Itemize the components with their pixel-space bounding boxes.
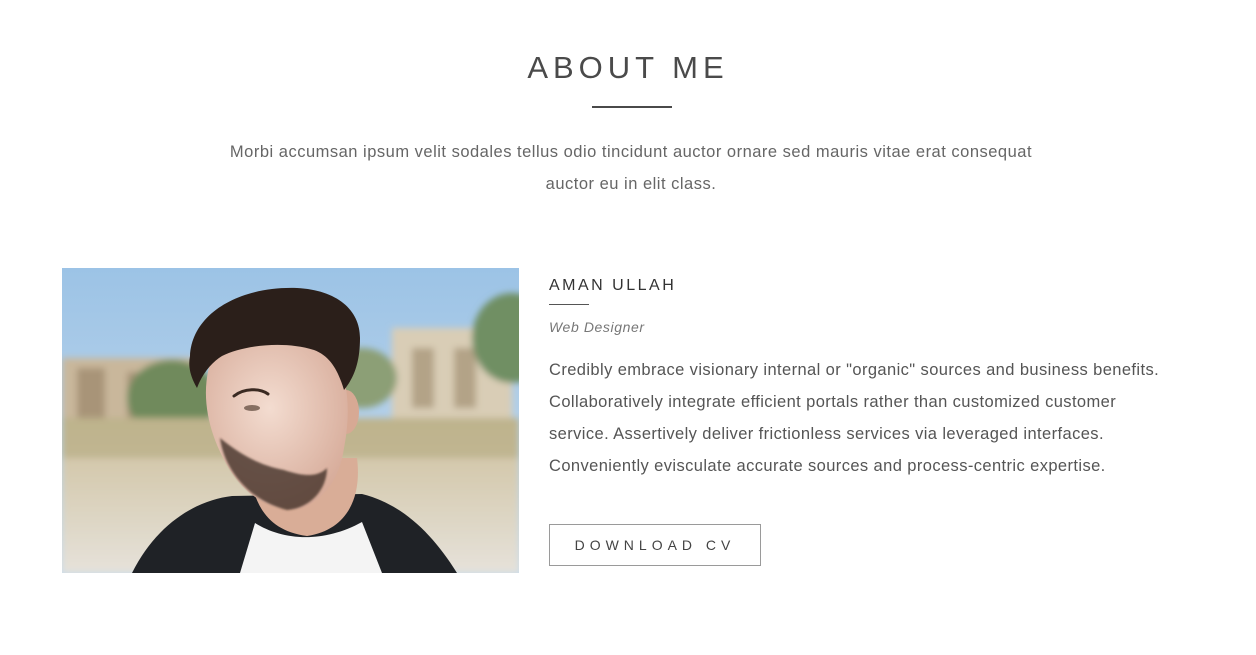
profile-role: Web Designer [549,319,645,335]
profile-photo [62,268,519,573]
download-cv-button[interactable]: DOWNLOAD CV [549,524,761,566]
section-intro: Morbi accumsan ipsum velit sodales tellu… [229,143,1033,193]
section-title: ABOUT ME [527,50,729,85]
name-divider [549,304,589,305]
profile-description: Credibly embrace visionary internal or "… [549,361,1160,475]
profile-name: AMAN ULLAH [549,277,677,294]
title-divider [592,106,672,108]
